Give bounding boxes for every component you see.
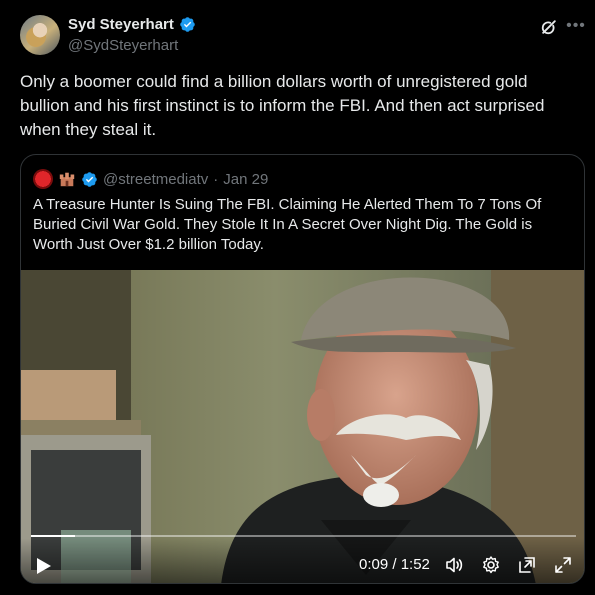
volume-icon[interactable] (444, 555, 464, 575)
settings-gear-icon[interactable] (481, 555, 501, 575)
grok-icon[interactable] (539, 17, 559, 37)
video-player[interactable]: 0:09 / 1:52 (21, 270, 584, 583)
fullscreen-icon[interactable] (553, 555, 573, 575)
picture-in-picture-icon[interactable] (517, 555, 537, 575)
quoted-verified-badge-icon (82, 171, 97, 187)
verified-badge-icon (180, 17, 195, 32)
play-icon[interactable] (36, 557, 52, 575)
author-name-row: Syd Steyerhart (68, 16, 196, 33)
quoted-separator: · (213, 170, 219, 188)
author-handle[interactable]: @SydSteyerhart (68, 37, 178, 54)
quoted-avatar[interactable] (33, 169, 53, 189)
author-avatar[interactable] (20, 15, 60, 55)
quoted-tweet[interactable]: @streetmediatv · Jan 29 A Treasure Hunte… (20, 154, 585, 584)
video-progress-fill (31, 535, 75, 537)
quoted-text: A Treasure Hunter Is Suing The FBI. Clai… (33, 196, 542, 253)
tweet: Syd Steyerhart @SydSteyerhart ••• Only a… (0, 0, 595, 595)
quoted-date[interactable]: Jan 29 (223, 171, 268, 188)
castle-emoji-icon (59, 172, 75, 187)
video-progress-track[interactable] (31, 535, 576, 537)
more-options-icon[interactable]: ••• (566, 16, 586, 36)
video-time: 0:09 / 1:52 (359, 556, 430, 573)
video-controls: 0:09 / 1:52 (21, 538, 584, 583)
quoted-handle[interactable]: @streetmediatv (103, 171, 208, 188)
post-text: Only a boomer could find a billion dolla… (20, 72, 545, 139)
author-name[interactable]: Syd Steyerhart (68, 16, 174, 33)
quoted-header: @streetmediatv · Jan 29 (33, 169, 268, 189)
